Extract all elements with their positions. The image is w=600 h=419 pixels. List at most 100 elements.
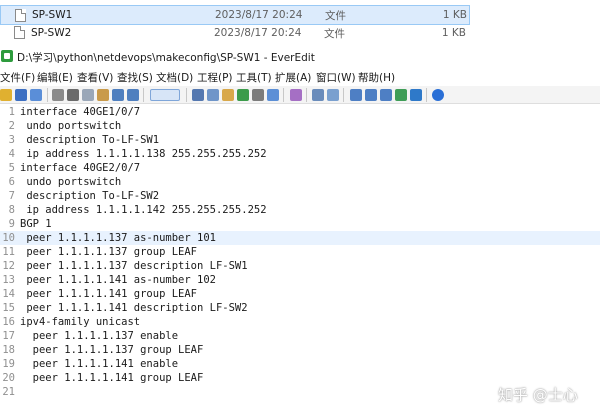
code-text: peer 1.1.1.1.137 enable [20,330,179,342]
preview-icon[interactable] [395,89,407,101]
code-text: ip address 1.1.1.1.138 255.255.255.252 [20,148,267,160]
code-line[interactable]: 3 description To-LF-SW1 [0,133,600,147]
find-in-files-icon[interactable] [222,89,234,101]
open-icon[interactable] [0,89,12,101]
line-number: 21 [2,386,15,398]
file-row-sp-sw2[interactable]: SP-SW2 2023/8/17 20:24 文件 1 KB [0,23,600,43]
wrap-icon[interactable] [290,89,302,101]
macro-icon[interactable] [252,89,264,101]
menu-edit[interactable]: 编辑(E) [37,70,73,85]
code-text: BGP 1 [20,218,52,230]
menu-help[interactable]: 帮助(H) [358,70,395,85]
code-line[interactable]: 2 undo portswitch [0,119,600,133]
save-icon[interactable] [15,89,27,101]
outline-icon[interactable] [380,89,392,101]
menu-search[interactable]: 查找(S) [117,70,153,85]
code-text: undo portswitch [20,120,122,132]
line-number: 14 [2,288,15,300]
paste-icon[interactable] [97,89,109,101]
code-line[interactable]: 14 peer 1.1.1.1.141 group LEAF [0,287,600,301]
line-number: 8 [8,204,15,216]
menu-project[interactable]: 工程(P) [197,70,233,85]
help-icon[interactable] [432,89,444,101]
line-number: 2 [8,120,15,132]
code-line[interactable]: 6 undo portswitch [0,175,600,189]
code-text: description To-LF-SW2 [20,190,160,202]
line-number: 4 [8,148,15,160]
line-number: 3 [8,134,15,146]
menu-file[interactable]: 文件(F) [0,70,35,85]
file-type: 文件 [324,27,345,40]
code-line[interactable]: 8 ip address 1.1.1.1.142 255.255.255.252 [0,203,600,217]
redo-icon[interactable] [127,89,139,101]
code-text: interface 40GE2/0/7 [20,162,141,174]
format-dropdown-icon[interactable] [150,89,180,101]
list-icon[interactable] [350,89,362,101]
code-line[interactable]: 16 ipv4-family unicast [0,315,600,329]
undo-icon[interactable] [112,89,124,101]
line-number: 11 [2,246,15,258]
code-line[interactable]: 9 BGP 1 [0,217,600,231]
code-text: ipv4-family unicast [20,316,141,328]
file-size: 1 KB [441,27,466,39]
line-number: 10 [2,232,15,244]
file-date: 2023/8/17 20:24 [215,9,303,21]
code-text: peer 1.1.1.1.141 group LEAF [20,372,204,384]
code-line[interactable]: 17 peer 1.1.1.1.137 enable [0,329,600,343]
find-icon[interactable] [192,89,204,101]
code-line[interactable]: 1 interface 40GE1/0/7 [0,105,600,119]
menu-view[interactable]: 查看(V) [77,70,113,85]
line-number: 19 [2,358,15,370]
browser-icon[interactable] [410,89,422,101]
everedit-window: D:\学习\python\netdevops\makeconfig\SP-SW1… [0,46,600,419]
code-line[interactable]: 18 peer 1.1.1.1.137 group LEAF [0,343,600,357]
code-editor[interactable]: 1 interface 40GE1/0/7 2 undo portswitch 3 d… [0,104,600,419]
file-date: 2023/8/17 20:24 [214,27,302,39]
line-number: 17 [2,330,15,342]
code-text: peer 1.1.1.1.141 description LF-SW2 [20,302,248,314]
cut-icon[interactable] [67,89,79,101]
line-number: 20 [2,372,15,384]
toolbar-separator [143,88,144,102]
code-text: peer 1.1.1.1.137 as-number 101 [20,232,216,244]
run-icon[interactable] [267,89,279,101]
code-line[interactable]: 11 peer 1.1.1.1.137 group LEAF [0,245,600,259]
columns-icon[interactable] [327,89,339,101]
code-text: peer 1.1.1.1.137 description LF-SW1 [20,260,248,272]
code-text: peer 1.1.1.1.137 group LEAF [20,246,198,258]
code-line[interactable]: 19 peer 1.1.1.1.141 enable [0,357,600,371]
code-line[interactable]: 5 interface 40GE2/0/7 [0,161,600,175]
line-number: 5 [8,162,15,174]
bookmark-icon[interactable] [237,89,249,101]
print-icon[interactable] [52,89,64,101]
code-text: peer 1.1.1.1.141 group LEAF [20,288,198,300]
menu-document[interactable]: 文档(D) [156,70,193,85]
code-line[interactable]: 7 description To-LF-SW2 [0,189,600,203]
title-bar[interactable]: D:\学习\python\netdevops\makeconfig\SP-SW1… [0,46,600,67]
toolbar [0,86,600,104]
line-number: 6 [8,176,15,188]
save-all-icon[interactable] [30,89,42,101]
whitespace-icon[interactable] [312,89,324,101]
file-type: 文件 [325,9,346,22]
menu-extensions[interactable]: 扩展(A) [275,70,311,85]
menu-window[interactable]: 窗口(W) [316,70,356,85]
file-name: SP-SW1 [32,9,73,21]
code-line[interactable]: 10 peer 1.1.1.1.137 as-number 101 [0,231,600,245]
list-icon[interactable] [365,89,377,101]
file-row-sp-sw1[interactable]: SP-SW1 2023/8/17 20:24 文件 1 KB [0,5,470,25]
code-line[interactable]: 20 peer 1.1.1.1.141 group LEAF [0,371,600,385]
code-text: description To-LF-SW1 [20,134,160,146]
code-line[interactable]: 12 peer 1.1.1.1.137 description LF-SW1 [0,259,600,273]
toolbar-separator [426,88,427,102]
replace-icon[interactable] [207,89,219,101]
line-number: 1 [8,106,15,118]
code-text: interface 40GE1/0/7 [20,106,141,118]
copy-icon[interactable] [82,89,94,101]
code-line[interactable]: 13 peer 1.1.1.1.141 as-number 102 [0,273,600,287]
line-number: 15 [2,302,15,314]
code-line[interactable]: 4 ip address 1.1.1.1.138 255.255.255.252 [0,147,600,161]
code-line[interactable]: 15 peer 1.1.1.1.141 description LF-SW2 [0,301,600,315]
line-number: 9 [8,218,15,230]
menu-tools[interactable]: 工具(T) [236,70,272,85]
